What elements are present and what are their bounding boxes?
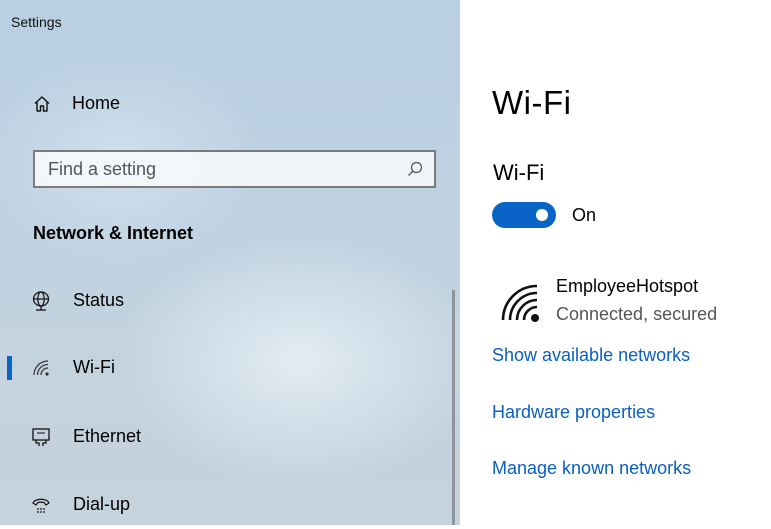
sidebar-scrollbar[interactable] bbox=[452, 290, 455, 525]
dialup-icon bbox=[32, 498, 50, 513]
sidebar-item-dialup[interactable]: Dial-up bbox=[0, 481, 450, 529]
ethernet-icon bbox=[32, 428, 50, 446]
page-title: Wi-Fi bbox=[492, 84, 572, 121]
sidebar-item-wifi[interactable]: Wi-Fi bbox=[0, 344, 450, 392]
sidebar-item-ethernet[interactable]: Ethernet bbox=[0, 413, 450, 461]
wifi-icon bbox=[33, 360, 49, 376]
network-status: Connected, secured bbox=[556, 304, 718, 324]
nav-home[interactable]: Home bbox=[0, 84, 460, 124]
home-icon bbox=[34, 96, 50, 112]
sidebar: Settings Home Network & Internet Status bbox=[0, 0, 460, 525]
wifi-toggle[interactable] bbox=[492, 202, 556, 228]
network-name: EmployeeHotspot bbox=[556, 276, 699, 296]
sidebar-item-label: Wi-Fi bbox=[73, 357, 115, 377]
toggle-knob bbox=[536, 209, 548, 221]
sidebar-item-status[interactable]: Status bbox=[0, 277, 450, 325]
search-box[interactable] bbox=[33, 150, 436, 188]
hardware-properties-link[interactable]: Hardware properties bbox=[492, 402, 655, 423]
toggle-state-label: On bbox=[572, 205, 597, 225]
show-available-networks-link[interactable]: Show available networks bbox=[492, 345, 690, 366]
connected-network[interactable]: EmployeeHotspot Connected, secured bbox=[492, 272, 771, 328]
app-title: Settings bbox=[11, 14, 62, 30]
section-title: Network & Internet bbox=[33, 223, 194, 243]
manage-known-networks-link[interactable]: Manage known networks bbox=[492, 458, 691, 479]
wifi-section-title: Wi-Fi bbox=[493, 160, 545, 185]
search-icon[interactable] bbox=[406, 160, 424, 178]
sidebar-item-label: Ethernet bbox=[73, 426, 142, 446]
nav-home-label: Home bbox=[72, 93, 121, 113]
wifi-connected-icon bbox=[501, 284, 539, 322]
globe-icon bbox=[32, 291, 50, 311]
sidebar-item-label: Status bbox=[73, 290, 125, 310]
sidebar-item-label: Dial-up bbox=[73, 494, 131, 514]
search-input[interactable] bbox=[35, 152, 395, 186]
